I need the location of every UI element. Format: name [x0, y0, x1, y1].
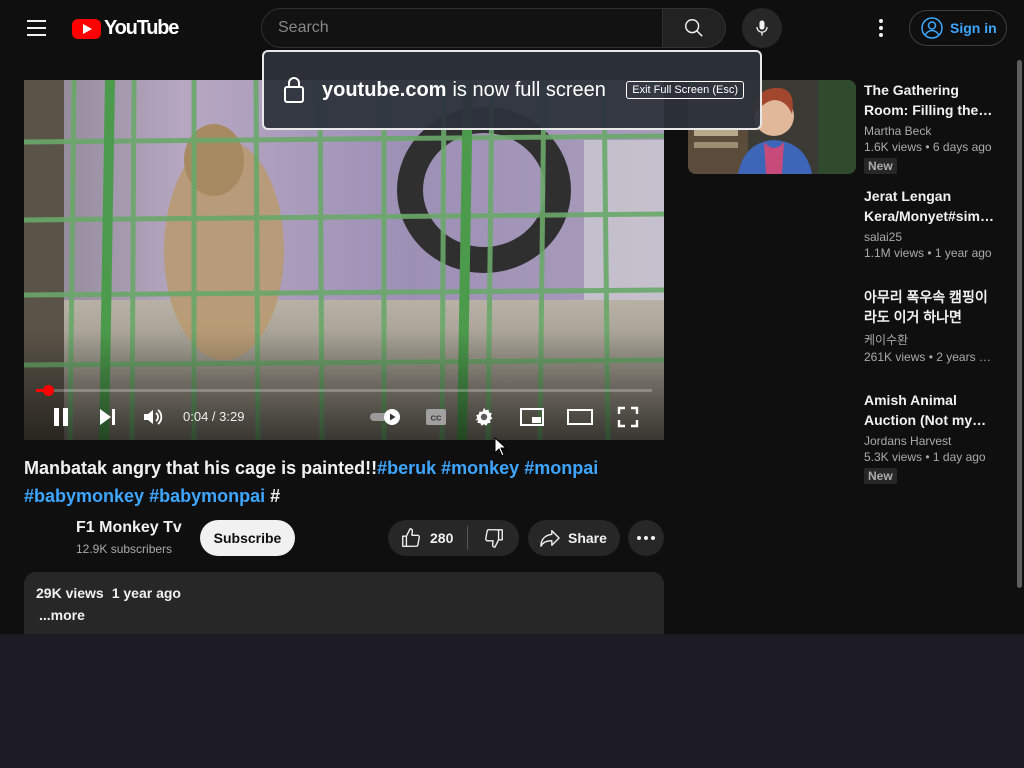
mouse-cursor-icon: [494, 437, 508, 457]
video-frame: [24, 80, 664, 440]
more-actions-button[interactable]: [628, 520, 664, 556]
recommendation-title[interactable]: Amish Animal Auction (Not my video): [864, 390, 994, 430]
share-label: Share: [568, 530, 607, 546]
view-count: 29K views: [36, 585, 104, 601]
miniplayer-icon: [520, 408, 544, 426]
hashtag-link[interactable]: #babymonpai: [149, 486, 265, 506]
upload-date: 1 year ago: [111, 585, 181, 601]
video-player[interactable]: 0:04 / 3:29 CC: [24, 80, 664, 440]
recommendation-title[interactable]: 아무리 폭우속 캠핑이라도 이거 하나면: [864, 287, 994, 327]
search-input[interactable]: [278, 19, 662, 37]
autoplay-toggle[interactable]: [368, 402, 404, 432]
volume-icon: [144, 409, 163, 425]
sign-in-label: Sign in: [950, 20, 997, 36]
recommendation-title[interactable]: The Gathering Room: Filling the Void: [864, 80, 994, 120]
dislike-button[interactable]: [468, 520, 519, 556]
thumbs-down-icon: [484, 529, 503, 548]
show-more-button[interactable]: ...more: [39, 607, 652, 623]
youtube-app: YouTube Sign in youtube.com is now full …: [0, 0, 1024, 634]
sign-in-button[interactable]: Sign in: [909, 10, 1007, 46]
recommendation-thumbnail[interactable]: [688, 390, 856, 484]
voice-search-button[interactable]: [742, 8, 782, 48]
share-icon: [540, 530, 560, 547]
hashtag-link[interactable]: #beruk: [377, 458, 436, 478]
recommendation-item[interactable]: Amish Animal Auction (Not my video) Jord…: [688, 390, 1018, 490]
menu-icon[interactable]: [16, 8, 56, 48]
progress-bar[interactable]: [36, 385, 652, 396]
channel-name[interactable]: F1 Monkey Tv: [76, 519, 182, 537]
fullscreen-notification: youtube.com is now full screen Exit Full…: [262, 50, 762, 130]
closed-captions-icon: CC: [426, 409, 446, 425]
video-title: Manbatak angry that his cage is painted!…: [24, 454, 664, 510]
channel-avatar[interactable]: [24, 517, 64, 557]
like-button[interactable]: 280: [388, 520, 468, 556]
search-box[interactable]: [261, 8, 663, 48]
theater-mode-icon: [567, 409, 593, 425]
recommendation-info: The Gathering Room: Filling the Void Mar…: [864, 80, 994, 175]
like-dislike-group: 280: [388, 520, 519, 556]
mute-button[interactable]: [138, 402, 168, 432]
svg-text:CC: CC: [431, 414, 442, 423]
miniplayer-button[interactable]: [517, 402, 547, 432]
new-badge: New: [864, 158, 897, 174]
exit-fullscreen-button[interactable]: Exit Full Screen (Esc): [626, 81, 744, 99]
new-badge: New: [864, 468, 897, 484]
fullscreen-button[interactable]: [613, 402, 643, 432]
recommendation-info: Jerat Lengan Kera/Monyet#simple salai25 …: [864, 186, 994, 260]
hashtag-link[interactable]: #babymonkey: [24, 486, 144, 506]
recommendation-info: Amish Animal Auction (Not my video) Jord…: [864, 390, 994, 485]
description-box[interactable]: 29K views 1 year ago ...more: [24, 572, 664, 634]
video-title-text: Manbatak angry that his cage is painted!…: [24, 458, 378, 478]
autoplay-toggle-icon: [370, 409, 400, 425]
recommendation-meta: 261K views • 2 years ago: [864, 350, 994, 364]
player-controls: 0:04 / 3:29 CC: [24, 394, 664, 440]
recommendation-thumbnail[interactable]: [688, 287, 856, 381]
subtitles-button[interactable]: CC: [422, 402, 450, 432]
recommendation-channel[interactable]: Jordans Harvest: [864, 434, 994, 448]
search-icon: [685, 19, 703, 37]
next-button[interactable]: [92, 402, 122, 432]
page-scrollbar[interactable]: [1017, 60, 1022, 588]
recommendation-title[interactable]: Jerat Lengan Kera/Monyet#simple: [864, 186, 994, 226]
recommendation-info: 아무리 폭우속 캠핑이라도 이거 하나면 케이수환 261K views • 2…: [864, 287, 994, 364]
microphone-icon: [756, 20, 768, 36]
gear-icon: [475, 407, 493, 426]
recommendation-meta: 1.6K views • 6 days ago: [864, 140, 992, 154]
description-meta: 29K views 1 year ago: [36, 585, 652, 601]
hashtag-link[interactable]: #: [270, 486, 280, 506]
hashtag-link[interactable]: #monpai: [524, 458, 598, 478]
settings-button[interactable]: [469, 402, 499, 432]
subscribe-button[interactable]: Subscribe: [200, 520, 295, 556]
like-count: 280: [430, 530, 454, 546]
logo-text: YouTube: [104, 17, 179, 39]
theater-mode-button[interactable]: [564, 402, 596, 432]
play-logo-icon: [72, 18, 101, 39]
recommendation-item[interactable]: 아무리 폭우속 캠핑이라도 이거 하나면 케이수환 261K views • 2…: [688, 287, 1018, 381]
youtube-logo[interactable]: YouTube: [72, 17, 179, 40]
fullscreen-icon: [617, 406, 639, 428]
search-button[interactable]: [662, 8, 726, 48]
recommendation-channel[interactable]: Martha Beck: [864, 124, 994, 138]
subscriber-count: 12.9K subscribers: [76, 542, 173, 556]
empty-backdrop: [0, 634, 1024, 768]
settings-menu-icon[interactable]: [861, 8, 901, 48]
lock-icon: [284, 77, 304, 103]
share-button[interactable]: Share: [528, 520, 620, 556]
recommendation-meta: 5.3K views • 1 day ago: [864, 450, 986, 464]
recommendation-thumbnail[interactable]: [688, 186, 856, 280]
thumbs-up-icon: [402, 528, 420, 547]
account-icon: [921, 17, 943, 39]
fullscreen-domain: youtube.com: [322, 78, 447, 101]
fullscreen-message: is now full screen: [452, 78, 606, 101]
recommendation-meta: 1.1M views • 1 year ago: [864, 246, 992, 260]
skip-next-icon: [100, 409, 115, 425]
recommendation-item[interactable]: Jerat Lengan Kera/Monyet#simple salai25 …: [688, 186, 1018, 280]
pause-icon: [54, 408, 68, 426]
pause-button[interactable]: [46, 402, 76, 432]
masthead: YouTube Sign in: [0, 0, 1024, 56]
recommendation-channel[interactable]: salai25: [864, 230, 994, 244]
hashtag-link[interactable]: #monkey: [441, 458, 519, 478]
recommendation-channel[interactable]: 케이수환: [864, 331, 994, 348]
time-display: 0:04 / 3:29: [183, 409, 245, 424]
